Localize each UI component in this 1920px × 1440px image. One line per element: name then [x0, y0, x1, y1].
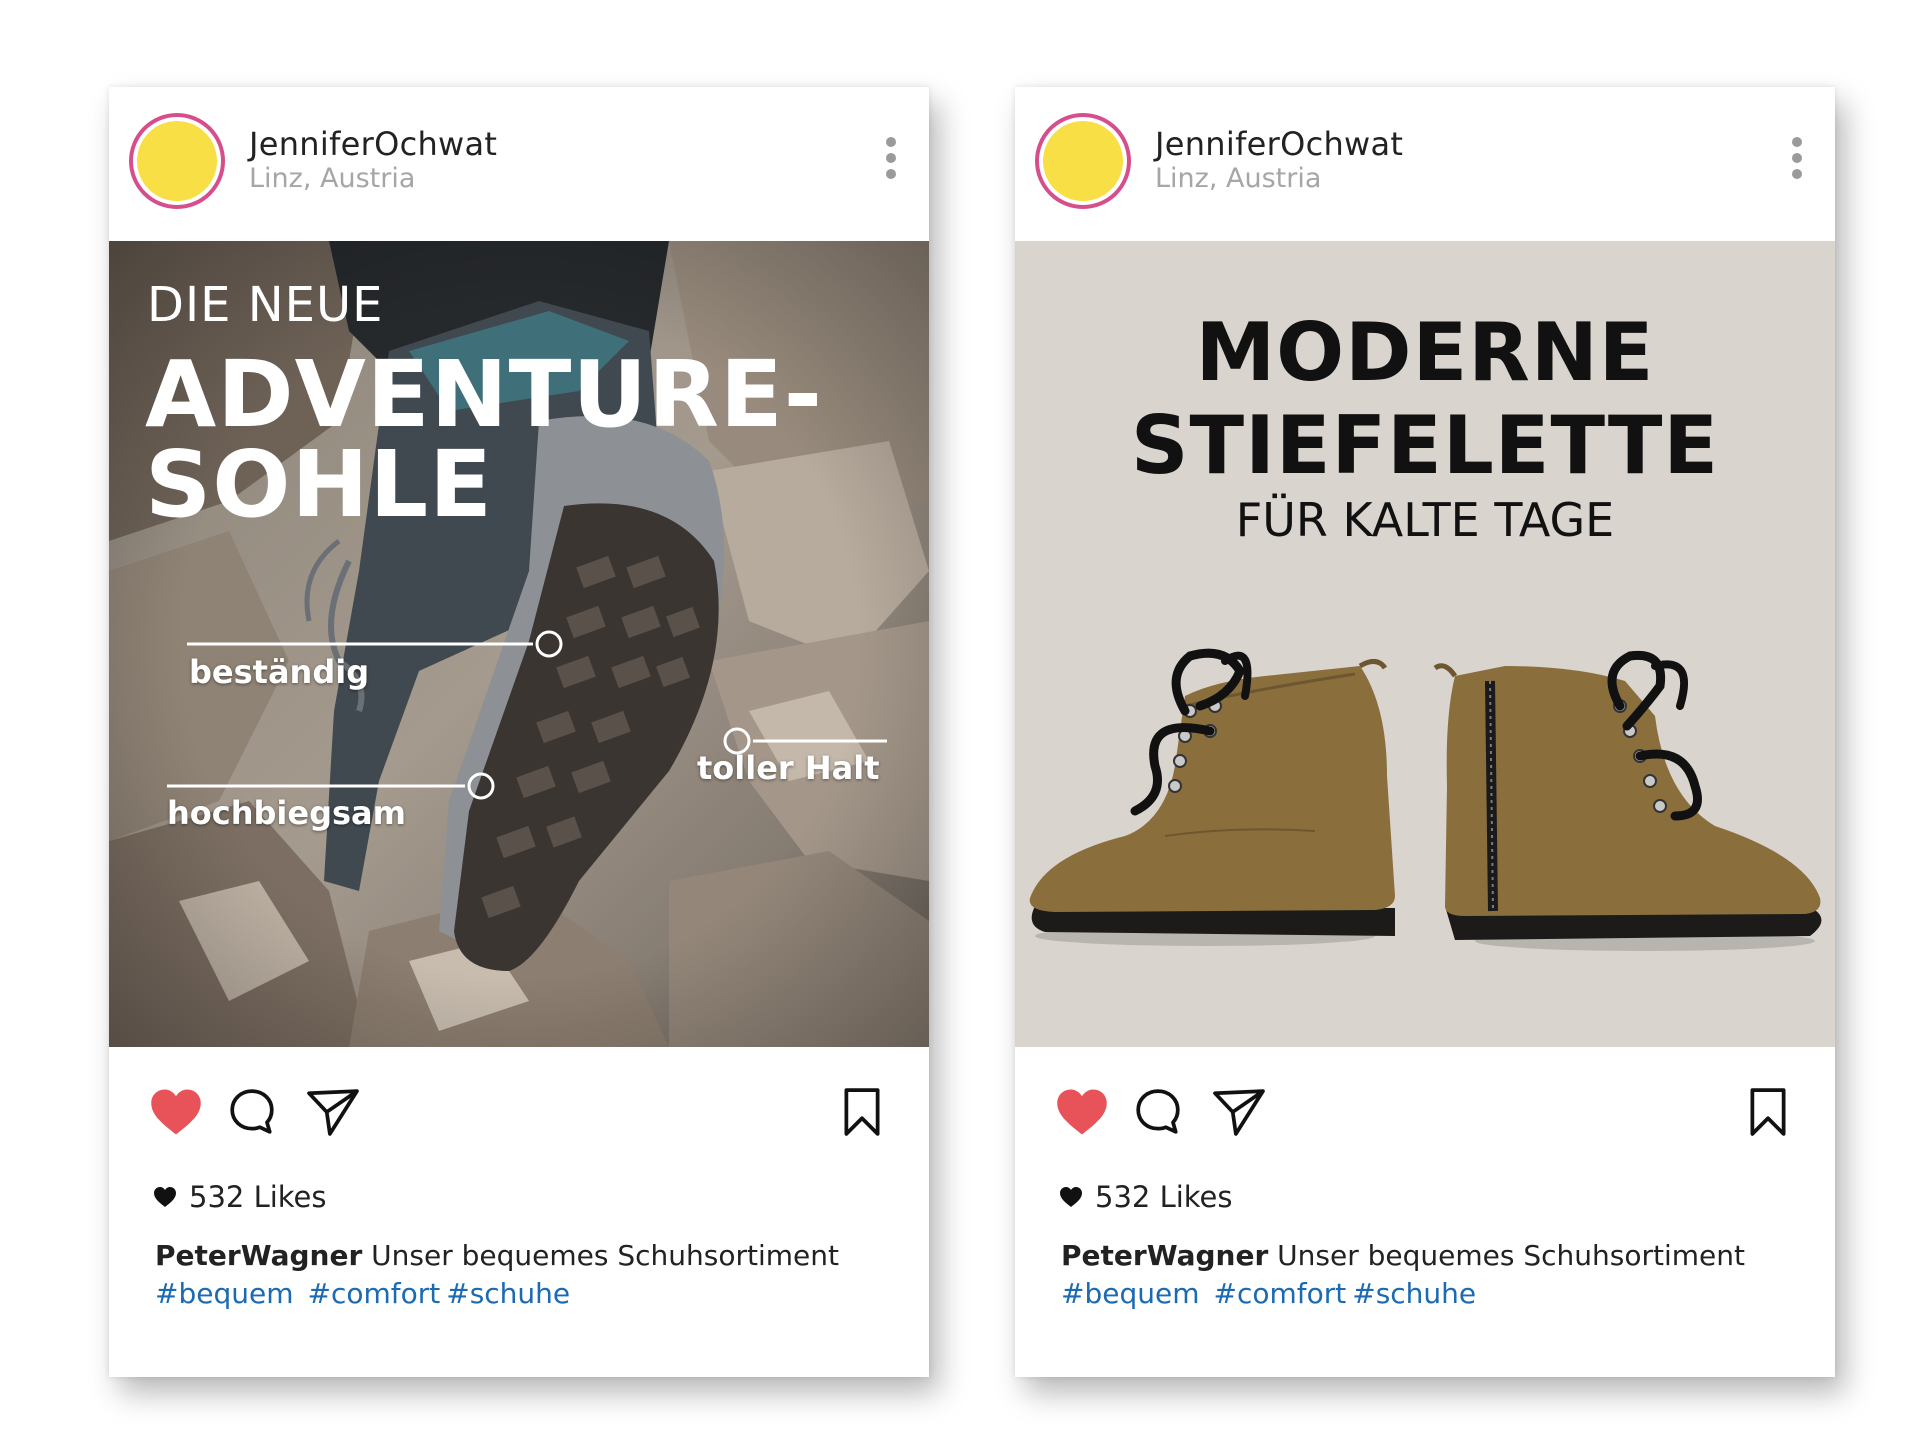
feature-label-hochbiegsam: hochbiegsam [167, 794, 406, 832]
post-header: JenniferOchwat Linz, Austria [1015, 87, 1835, 241]
feature-label-bestaendig: beständig [189, 653, 370, 691]
avatar-image [1043, 121, 1123, 201]
username[interactable]: JenniferOchwat [249, 125, 497, 163]
hashtag[interactable]: #comfort [1213, 1277, 1346, 1310]
bookmark-icon[interactable] [1747, 1087, 1789, 1137]
bookmark-icon[interactable] [841, 1087, 883, 1137]
small-heart-icon [1060, 1187, 1082, 1207]
hashtag[interactable]: #schuhe [1352, 1277, 1476, 1310]
heart-icon[interactable] [1055, 1087, 1109, 1137]
boots-product-photo [1029, 648, 1822, 951]
small-heart-icon [154, 1187, 176, 1207]
location[interactable]: Linz, Austria [1155, 163, 1321, 194]
hashtag[interactable]: #comfort [307, 1277, 440, 1310]
heart-icon[interactable] [149, 1087, 203, 1137]
right-boot [1433, 650, 1822, 951]
hashtags: #bequem #comfort #schuhe [155, 1277, 584, 1310]
caption-username[interactable]: PeterWagner [155, 1239, 362, 1272]
caption-username[interactable]: PeterWagner [1061, 1239, 1268, 1272]
likes-row[interactable]: 532 Likes [153, 1177, 327, 1217]
post-caption: PeterWagner Unser bequemes Schuhsortimen… [1061, 1237, 1821, 1313]
hashtag[interactable]: #schuhe [446, 1277, 570, 1310]
hashtags: #bequem #comfort #schuhe [1061, 1277, 1490, 1310]
post-caption: PeterWagner Unser bequemes Schuhsortimen… [155, 1237, 915, 1313]
ad-subtitle: FÜR KALTE TAGE [1235, 493, 1615, 547]
post-actions [1015, 1047, 1835, 1177]
more-options-icon[interactable] [883, 137, 899, 189]
headline-kicker: DIE NEUE [147, 277, 384, 333]
hashtag[interactable]: #bequem [155, 1277, 293, 1310]
post-image[interactable]: DIE NEUE ADVENTURE- SOHLE beständig toll… [109, 241, 929, 1047]
post-header: JenniferOchwat Linz, Austria [109, 87, 929, 241]
post-image[interactable]: MODERNE STIEFELETTE FÜR KALTE TAGE [1015, 241, 1835, 1047]
location[interactable]: Linz, Austria [249, 163, 415, 194]
avatar[interactable] [129, 113, 225, 209]
username[interactable]: JenniferOchwat [1155, 125, 1403, 163]
post-actions [109, 1047, 929, 1177]
left-boot [1029, 648, 1395, 946]
headline-line-1: ADVENTURE- [145, 341, 823, 448]
avatar[interactable] [1035, 113, 1131, 209]
caption-text: Unser bequemes Schuhsortiment [1277, 1239, 1745, 1272]
share-icon[interactable] [1211, 1087, 1267, 1137]
instagram-post-card: JenniferOchwat Linz, Austria DIE NEUE AD… [109, 87, 929, 1377]
share-icon[interactable] [305, 1087, 361, 1137]
caption-text: Unser bequemes Schuhsortiment [371, 1239, 839, 1272]
comment-icon[interactable] [1133, 1087, 1183, 1137]
comment-icon[interactable] [227, 1087, 277, 1137]
likes-row[interactable]: 532 Likes [1059, 1177, 1233, 1217]
likes-count: 532 Likes [189, 1180, 327, 1214]
avatar-image [137, 121, 217, 201]
headline-line-2: SOHLE [145, 431, 493, 538]
instagram-post-card: JenniferOchwat Linz, Austria MODERNE STI… [1015, 87, 1835, 1377]
hashtag[interactable]: #bequem [1061, 1277, 1199, 1310]
feature-label-toller-halt: toller Halt [697, 749, 880, 787]
ad-title-line-2: STIEFELETTE [1130, 399, 1720, 492]
ad-title-line-1: MODERNE [1195, 306, 1655, 399]
more-options-icon[interactable] [1789, 137, 1805, 189]
likes-count: 532 Likes [1095, 1180, 1233, 1214]
